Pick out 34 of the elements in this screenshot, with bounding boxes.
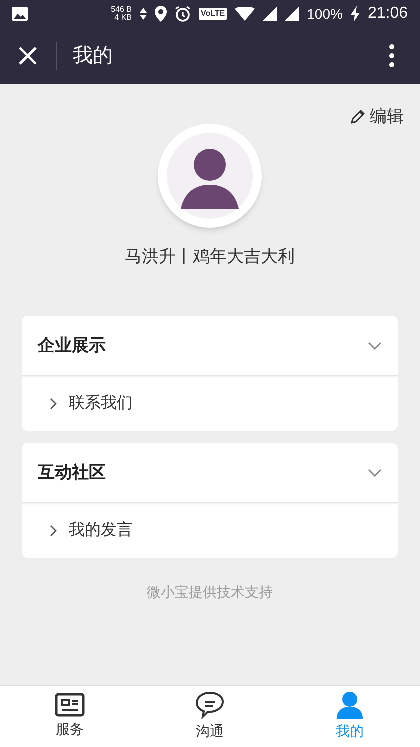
person-icon xyxy=(337,691,363,719)
pencil-icon xyxy=(350,108,366,125)
chat-bubble-icon xyxy=(195,691,225,719)
wifi-icon xyxy=(235,7,256,21)
nav-tab[interactable]: 服务 xyxy=(0,686,140,747)
chevron-icon xyxy=(368,342,382,350)
signal-icon xyxy=(285,7,300,21)
menu-item[interactable]: 我的发言 xyxy=(22,503,398,558)
alarm-icon xyxy=(174,6,191,22)
upload-speed: 546 B xyxy=(111,6,132,14)
edit-button[interactable]: 编辑 xyxy=(350,104,404,130)
avatar-silhouette-icon xyxy=(167,132,253,218)
image-icon xyxy=(12,7,28,21)
section-header[interactable]: 互动社区 xyxy=(22,443,398,503)
nav-tab[interactable]: 沟通 xyxy=(140,686,280,747)
footer-credit: 微小宝提供技术支持 xyxy=(147,583,273,602)
more-icon xyxy=(389,44,395,68)
chevron-icon xyxy=(368,468,382,476)
download-speed: 4 KB xyxy=(114,14,132,22)
page-title: 我的 xyxy=(73,44,114,69)
location-icon xyxy=(154,6,167,22)
charging-icon xyxy=(350,6,360,22)
arrows-icon xyxy=(140,7,147,21)
close-icon xyxy=(18,46,38,66)
menu-item[interactable]: 联系我们 xyxy=(22,376,398,431)
chevron-right-icon xyxy=(50,398,57,410)
signal-icon xyxy=(263,7,278,21)
user-name: 马洪升丨鸡年大吉大利 xyxy=(125,246,295,268)
clock: 21:06 xyxy=(368,4,408,24)
section-header[interactable]: 企业展示 xyxy=(22,316,398,376)
volte-badge: VoLTE xyxy=(198,8,228,20)
chevron-right-icon xyxy=(50,524,57,536)
card-icon xyxy=(55,693,85,717)
battery-level: 100% xyxy=(307,4,343,24)
